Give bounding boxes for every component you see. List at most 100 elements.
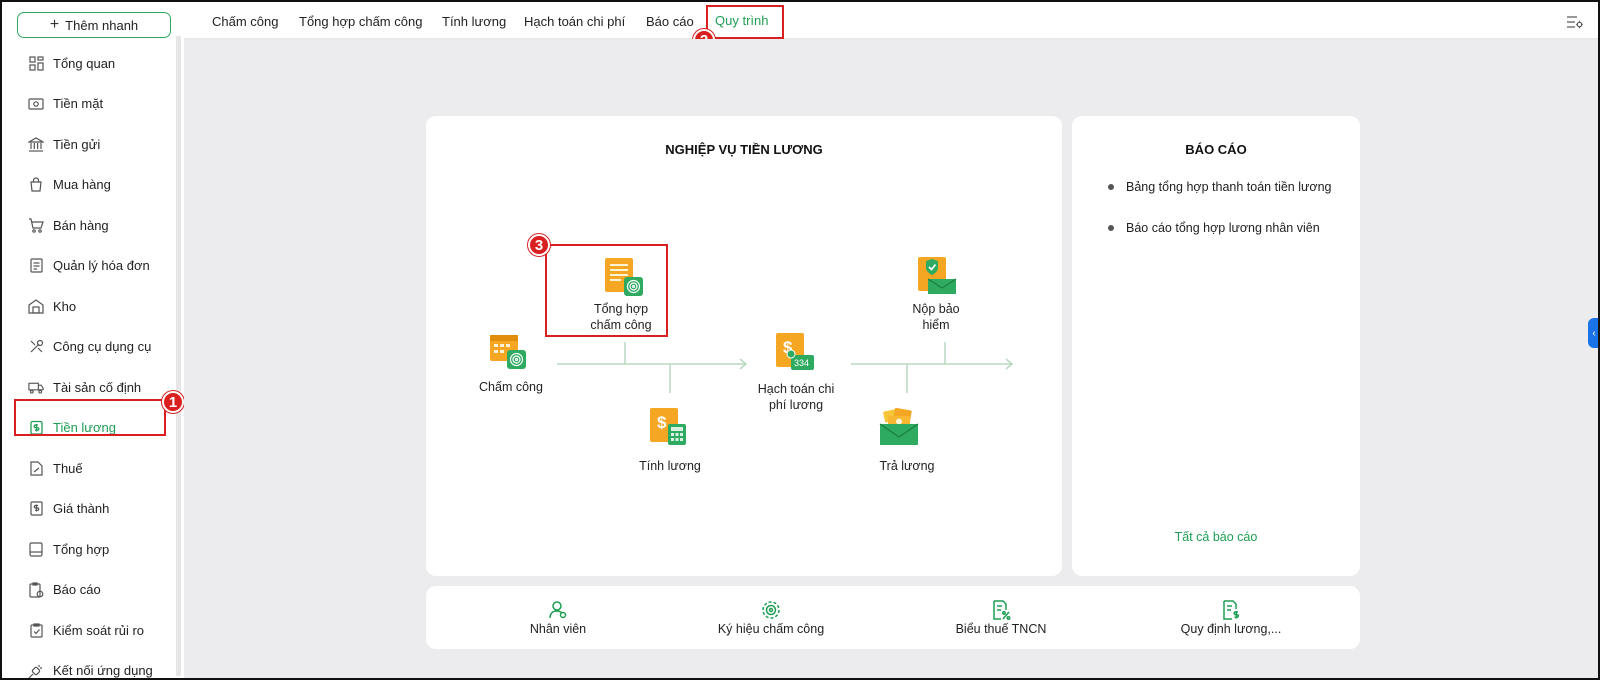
svg-text:$: $ <box>657 413 667 432</box>
annotation-badge-3: 3 <box>528 234 550 256</box>
sidebar-item-label: Bán hàng <box>53 217 109 233</box>
sidebar-item-integrations[interactable]: Kết nối ứng dụng <box>2 651 178 680</box>
sidebar-item-tax[interactable]: Thuế <box>2 448 178 489</box>
price-icon <box>28 501 44 517</box>
shortcut-pit-tax-table[interactable]: Biểu thuế TNCN <box>936 600 1066 636</box>
salary-rules-icon <box>1221 600 1241 620</box>
bank-icon <box>28 136 44 152</box>
shortcut-label: Biểu thuế TNCN <box>955 622 1047 636</box>
step-insurance-line2: hiểm <box>922 318 950 332</box>
truck-icon <box>28 379 44 395</box>
sidebar-item-cash[interactable]: Tiền mặt <box>2 84 178 125</box>
sidebar-item-overview[interactable]: Tổng quan <box>2 43 178 84</box>
shortcut-employees[interactable]: Nhân viên <box>498 600 618 636</box>
fingerprint-icon <box>761 600 781 620</box>
tab-cost-accounting[interactable]: Hạch toán chi phí <box>524 14 625 29</box>
risk-icon <box>28 622 44 638</box>
payroll-process-card: NGHIỆP VỤ TIỀN LƯƠNG Chấm công Tổng hợp … <box>426 116 1062 576</box>
sidebar: + Thêm nhanh Tổng quan Tiền mặt Tiền gửi… <box>2 2 182 678</box>
sidebar-item-label: Tiền mặt <box>53 96 104 112</box>
employee-icon <box>548 600 568 620</box>
salary-calculation-icon[interactable]: $ <box>648 406 688 449</box>
sidebar-item-summary[interactable]: Tổng hợp <box>2 529 178 570</box>
shortcut-attendance-codes[interactable]: Ký hiệu chấm công <box>706 600 836 636</box>
report-link-label: Báo cáo tổng hợp lương nhân viên <box>1126 221 1320 235</box>
tab-timesheet[interactable]: Chấm công <box>212 14 278 29</box>
chevron-left-icon: ‹ <box>1592 327 1596 339</box>
shopping-bag-icon <box>28 177 44 193</box>
sidebar-item-label: Công cụ dụng cụ <box>53 339 152 355</box>
warehouse-icon <box>28 298 44 314</box>
sidebar-item-label: Giá thành <box>53 501 110 517</box>
main-content: NGHIỆP VỤ TIỀN LƯƠNG Chấm công Tổng hợp … <box>184 39 1598 678</box>
sidebar-item-reports[interactable]: Báo cáo <box>2 570 178 611</box>
shortcut-label: Quy định lương,... <box>1180 622 1282 636</box>
plus-icon: + <box>49 16 60 33</box>
step-salary-calculation-label[interactable]: Tính lương <box>615 458 725 474</box>
summary-icon <box>28 541 44 557</box>
cost-accounting-icon[interactable]: $334 <box>774 331 816 376</box>
reports-title: BÁO CÁO <box>1185 142 1247 157</box>
timesheet-icon[interactable] <box>488 331 528 374</box>
tax-icon <box>28 460 44 476</box>
sidebar-item-invoice[interactable]: Quản lý hóa đơn <box>2 246 178 287</box>
tab-reports[interactable]: Báo cáo <box>646 14 694 29</box>
sidebar-item-risk[interactable]: Kiểm soát rủi ro <box>2 610 178 651</box>
annotation-badge-1: 1 <box>162 391 184 413</box>
sidebar-item-label: Kết nối ứng dụng <box>53 663 153 679</box>
step-cost-accounting-line2: phí lương <box>768 398 824 412</box>
sidebar-item-sales[interactable]: Bán hàng <box>2 205 178 246</box>
annotation-box-2 <box>706 5 784 39</box>
shortcuts-card: Nhân viên Ký hiệu chấm công Biểu thuế TN… <box>426 586 1360 649</box>
all-reports-link[interactable]: Tất cả báo cáo <box>1072 530 1360 544</box>
step-cost-accounting-label[interactable]: Hạch toán chi phí lương <box>740 381 852 413</box>
sidebar-item-label: Thuế <box>53 460 83 476</box>
step-timesheet-label[interactable]: Chấm công <box>456 379 566 395</box>
report-link-employee-salary[interactable]: Báo cáo tổng hợp lương nhân viên <box>1108 221 1320 235</box>
report-link-label: Bảng tổng hợp thanh toán tiền lương <box>1126 180 1332 194</box>
shortcut-label: Ký hiệu chấm công <box>717 622 825 636</box>
top-tabs-bar: Chấm công Tổng hợp chấm công Tính lương … <box>184 2 1598 39</box>
sidebar-item-label: Tiền gửi <box>53 136 101 152</box>
shortcut-label: Nhân viên <box>529 622 587 636</box>
sidebar-item-cost[interactable]: Giá thành <box>2 489 178 530</box>
quick-add-label: Thêm nhanh <box>65 17 139 33</box>
report-link-payroll-payment[interactable]: Bảng tổng hợp thanh toán tiền lương <box>1108 180 1331 194</box>
dashboard-icon <box>28 55 44 71</box>
tab-timesheet-summary[interactable]: Tổng hợp chấm công <box>299 14 422 29</box>
sidebar-item-label: Tổng quan <box>53 55 116 71</box>
sidebar-item-purchase[interactable]: Mua hàng <box>2 165 178 206</box>
invoice-icon <box>28 258 44 274</box>
step-insurance-line1: Nộp bảo <box>912 302 960 316</box>
annotation-box-1 <box>14 399 166 436</box>
tab-salary-calculation[interactable]: Tính lương <box>442 14 506 29</box>
shortcut-salary-rules[interactable]: Quy định lương,... <box>1166 600 1296 636</box>
quick-add-button[interactable]: + Thêm nhanh <box>17 12 171 38</box>
sidebar-item-label: Tài sản cố định <box>53 379 142 395</box>
account-code-label: 334 <box>794 358 809 368</box>
sidebar-nav: Tổng quan Tiền mặt Tiền gửi Mua hàng Bán… <box>2 43 178 680</box>
sidebar-item-warehouse[interactable]: Kho <box>2 286 178 327</box>
reports-card: BÁO CÁO Bảng tổng hợp thanh toán tiền lư… <box>1072 116 1360 576</box>
settings-filter-icon[interactable] <box>1566 14 1584 30</box>
sidebar-item-label: Kiểm soát rủi ro <box>53 622 145 638</box>
sidebar-item-tools[interactable]: Công cụ dụng cụ <box>2 327 178 368</box>
plug-icon <box>28 663 44 679</box>
sidebar-scrollbar[interactable] <box>176 36 181 676</box>
sidebar-item-label: Kho <box>53 298 77 314</box>
step-insurance-label[interactable]: Nộp bảo hiểm <box>881 301 991 333</box>
sidebar-item-label: Tổng hợp <box>53 541 110 557</box>
cart-icon <box>28 217 44 233</box>
sidebar-item-deposit[interactable]: Tiền gửi <box>2 124 178 165</box>
step-salary-payment-label[interactable]: Trả lương <box>852 458 962 474</box>
bullet-icon <box>1108 225 1114 231</box>
insurance-payment-icon[interactable] <box>916 255 958 300</box>
sidebar-item-label: Báo cáo <box>53 582 101 598</box>
annotation-box-3 <box>545 244 668 337</box>
salary-payment-icon[interactable] <box>878 406 920 451</box>
report-icon <box>28 582 44 598</box>
sidebar-item-label: Quản lý hóa đơn <box>53 258 150 274</box>
tax-percent-icon <box>991 600 1011 620</box>
step-cost-accounting-line1: Hạch toán chi <box>757 382 835 396</box>
collapse-panel-tab[interactable]: ‹ <box>1588 318 1600 348</box>
